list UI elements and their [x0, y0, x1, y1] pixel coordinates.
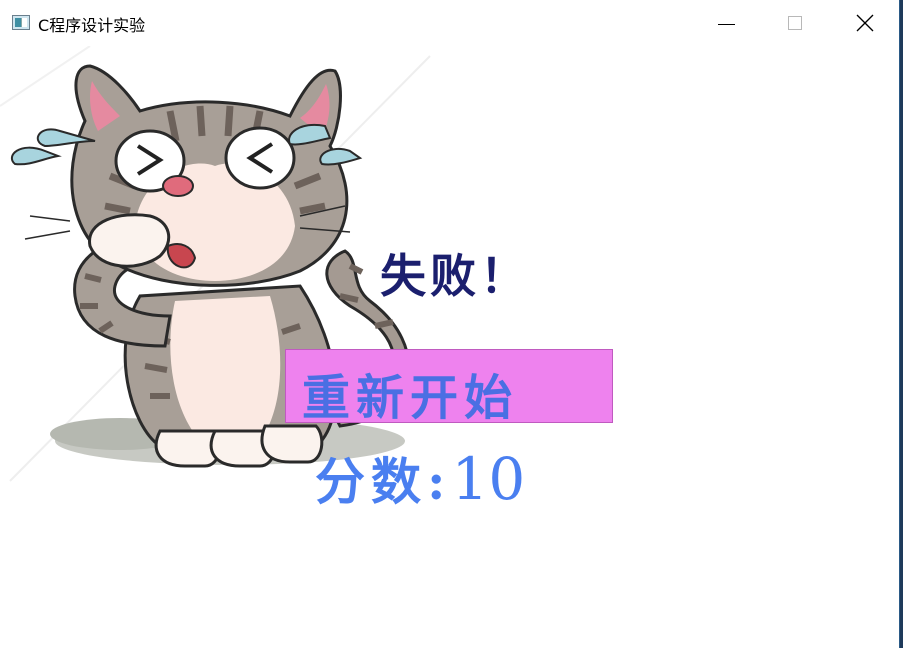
minimize-icon — [718, 24, 735, 25]
maximize-button[interactable] — [772, 0, 818, 46]
title-bar[interactable]: C程序设计实验 — [0, 0, 899, 46]
minimize-button[interactable] — [704, 0, 750, 46]
score-label: 分数: — [315, 452, 452, 511]
app-window: C程序设计实验 失败！ 重新开始 分数:10 — [0, 0, 900, 648]
window-title: C程序设计实验 — [38, 16, 146, 35]
close-icon — [856, 14, 874, 32]
app-icon — [12, 15, 30, 30]
maximize-icon — [788, 16, 802, 30]
restart-button-label: 重新开始 — [302, 370, 519, 426]
restart-button[interactable]: 重新开始 — [285, 349, 613, 426]
result-text: 失败！ — [380, 249, 530, 303]
score-value: 10 — [451, 445, 526, 513]
score-display: 分数:10 — [315, 442, 525, 514]
close-button[interactable] — [842, 0, 888, 46]
